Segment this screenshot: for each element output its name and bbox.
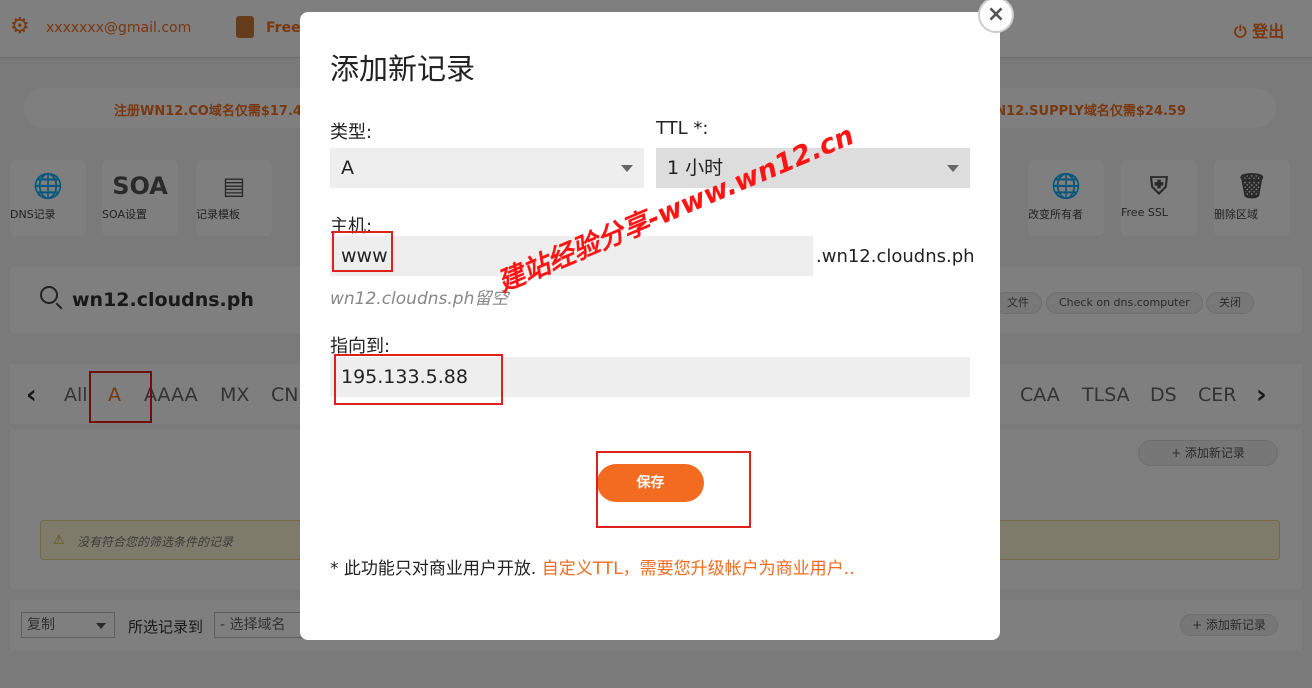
business-note-text: * 此功能只对商业用户开放. xyxy=(330,559,537,579)
type-select-value: A xyxy=(341,157,354,179)
type-label: 类型: xyxy=(330,122,373,143)
host-suffix: .wn12.cloudns.ph xyxy=(816,246,975,267)
ttl-label: TTL *: xyxy=(656,118,709,139)
chevron-down-icon xyxy=(621,165,633,172)
chevron-down-icon xyxy=(947,165,959,172)
host-hint: wn12.cloudns.ph留空 xyxy=(330,289,509,309)
modal-title: 添加新记录 xyxy=(330,52,476,86)
add-record-modal: 添加新记录 类型: A TTL *: 1 小时 主机: www .wn12.cl… xyxy=(300,12,1000,640)
upgrade-link[interactable]: 自定义TTL，需要您升级帐户为商业用户.. xyxy=(542,559,855,579)
business-note: * 此功能只对商业用户开放. 自定义TTL，需要您升级帐户为商业用户.. xyxy=(330,554,854,579)
highlight-box-host xyxy=(332,231,393,272)
highlight-box-points-to xyxy=(334,354,503,405)
highlight-box-save xyxy=(596,451,751,528)
type-select[interactable]: A xyxy=(330,148,644,188)
